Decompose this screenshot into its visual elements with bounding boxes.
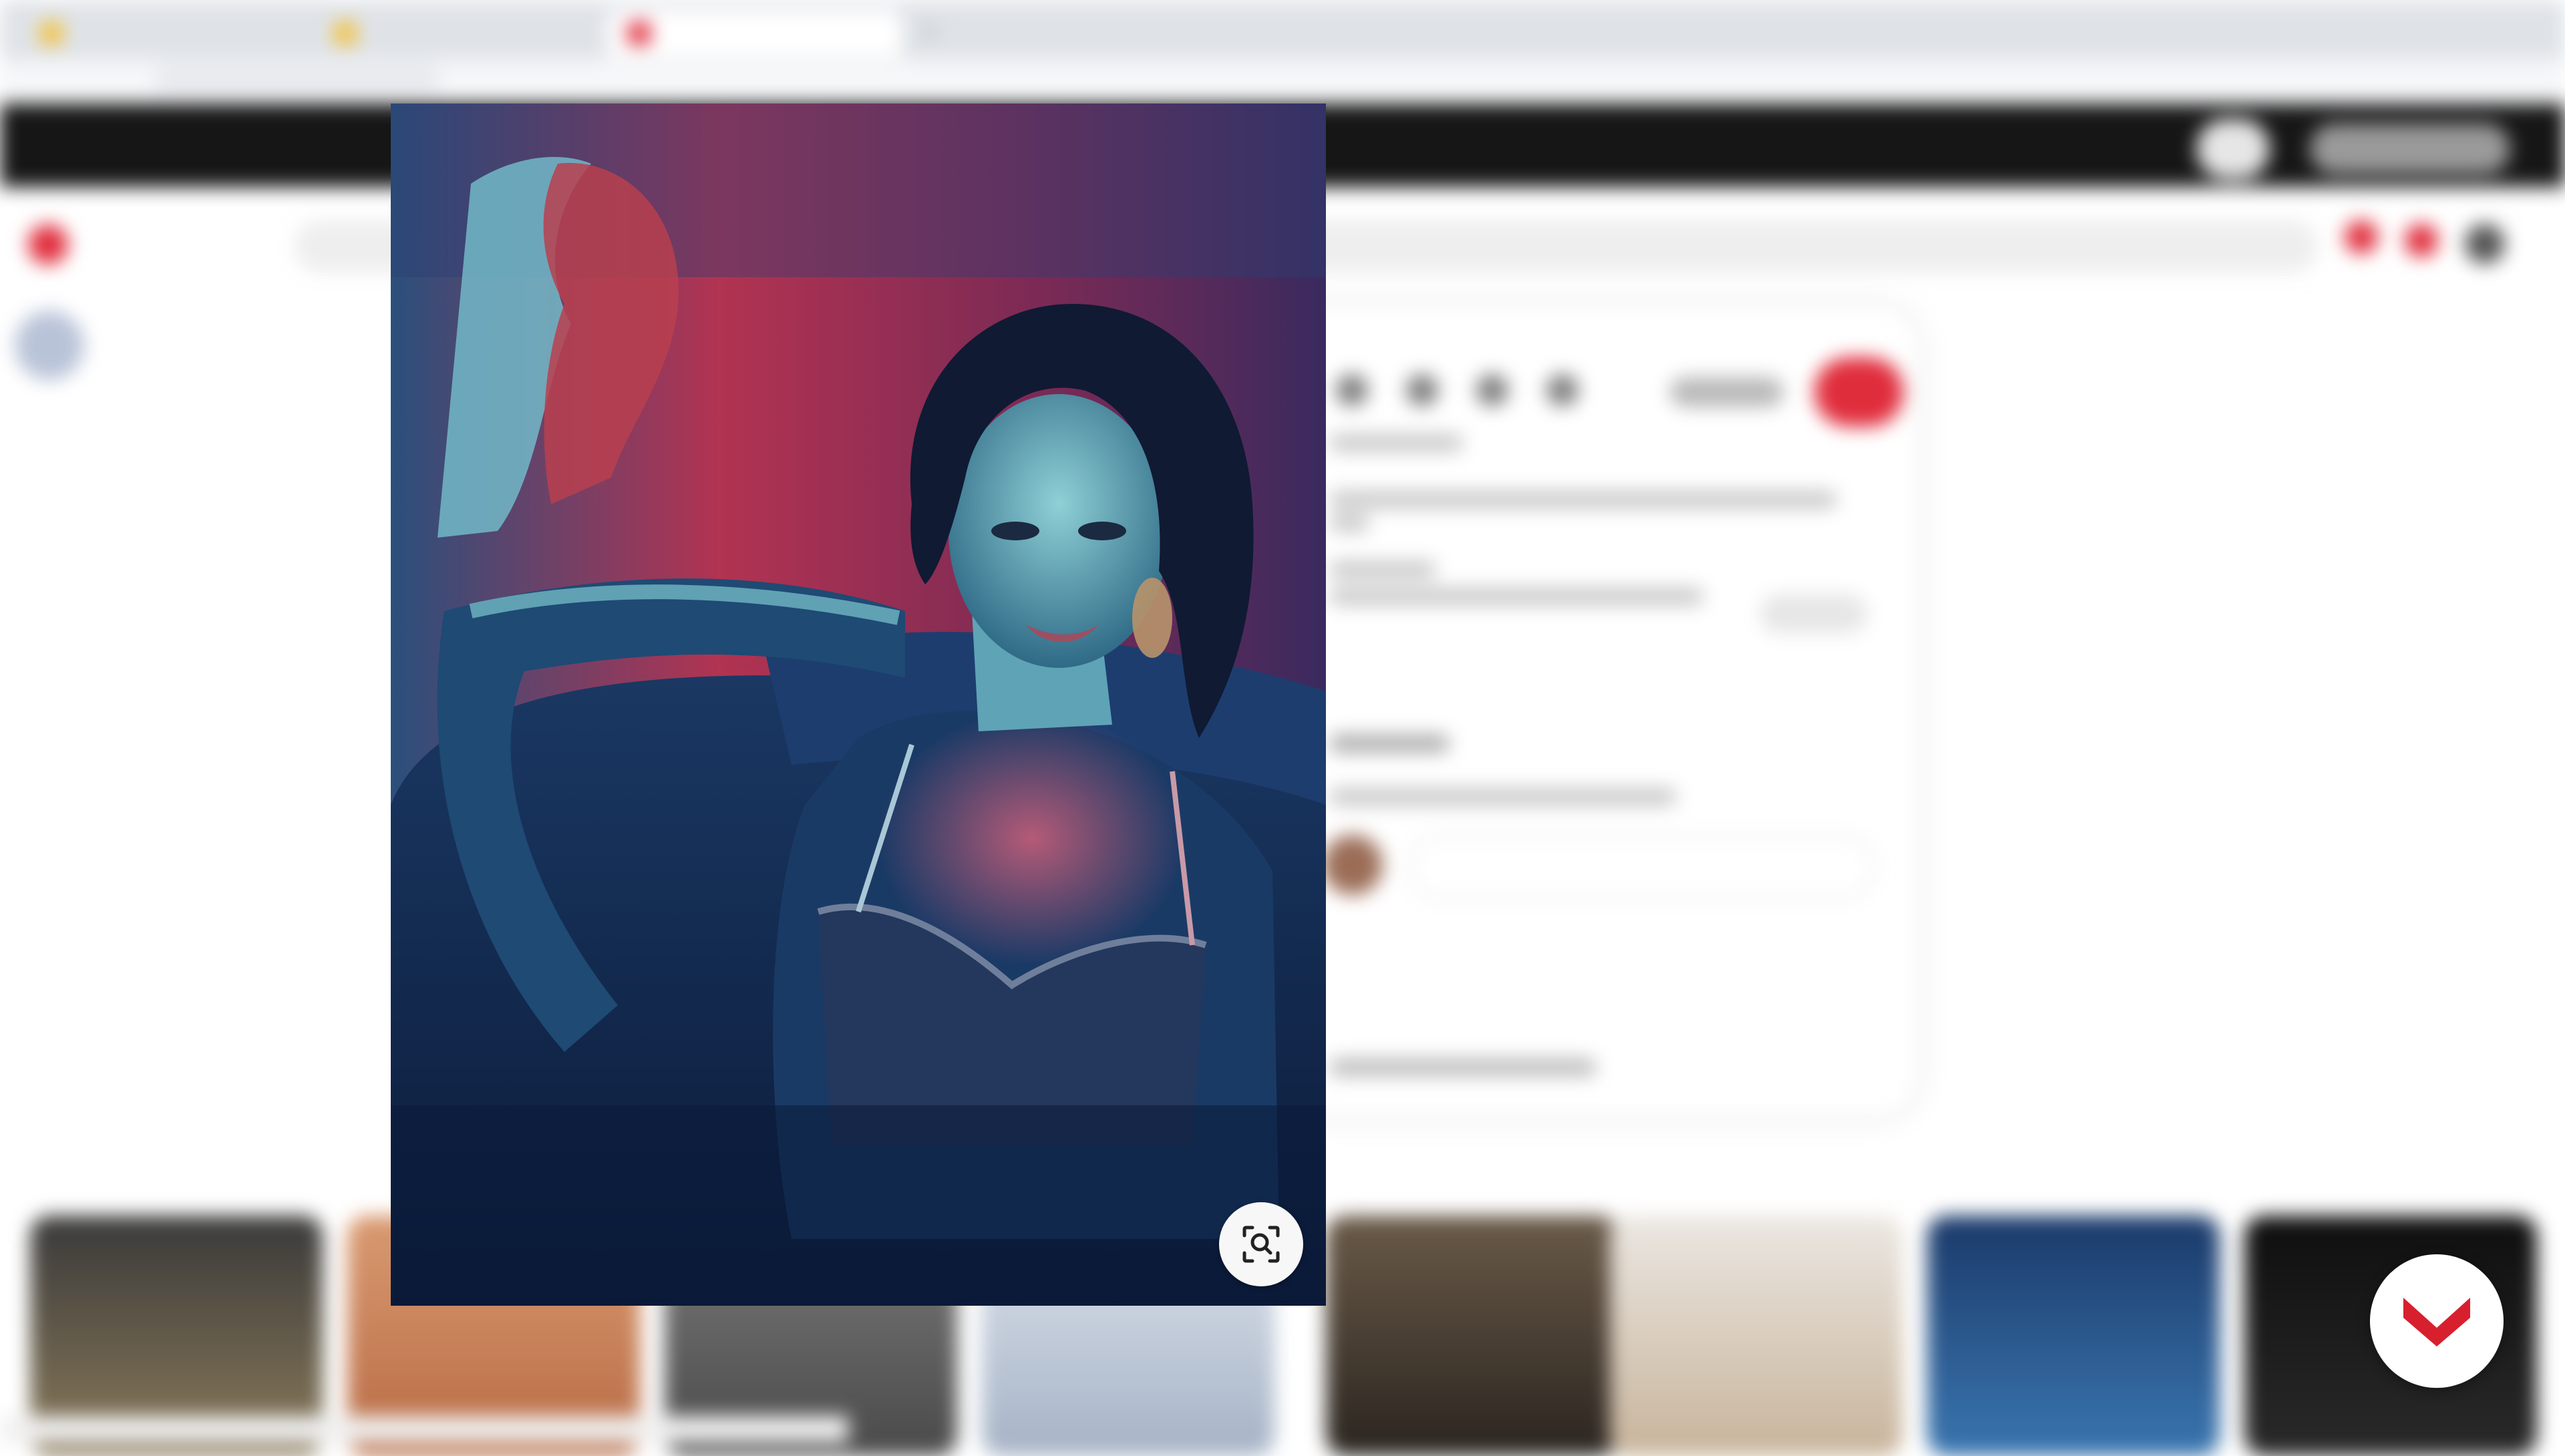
tab-favicon-icon [334,22,357,45]
tab-favicon-icon [628,22,651,45]
text-line [1329,788,1677,805]
comments-heading [1329,735,1449,752]
profile-avatar[interactable] [2465,224,2505,264]
pin-photo [391,104,1326,1306]
board-select[interactable] [1670,377,1783,407]
browser-tab[interactable] [314,9,608,57]
text-line [1329,514,1369,532]
notifications-icon[interactable] [2345,220,2378,254]
url-field[interactable] [154,65,441,92]
heart-icon[interactable] [1546,374,1578,406]
visual-search-button[interactable] [1219,1202,1303,1286]
link-icon[interactable] [1476,374,1508,406]
visual-search-icon [1242,1226,1280,1263]
text-line [1329,561,1436,578]
scroll-shadow [0,1416,848,1443]
floating-action-button[interactable] [2370,1254,2504,1388]
banner-secondary-button[interactable] [2196,119,2270,179]
plus-icon[interactable]: + [922,20,946,44]
text-line [1329,434,1463,451]
browser-tab-active[interactable] [608,9,902,57]
pin-detail-card [1289,307,1917,1115]
more-icon[interactable] [1336,374,1368,406]
browser-tab-bar: + [0,0,2565,60]
tab-favicon-icon [40,22,63,45]
related-pin[interactable] [1927,1216,2220,1456]
share-icon[interactable] [1406,374,1438,406]
browser-tab[interactable] [20,9,314,57]
chevron-logo-icon [2403,1298,2470,1346]
logo-icon[interactable] [28,224,68,264]
follow-button[interactable] [1760,594,1867,633]
avatar[interactable] [15,311,84,380]
avatar [1323,835,1383,895]
image-viewer[interactable] [391,104,1326,1306]
messages-icon[interactable] [2405,224,2438,257]
text-line [1329,1059,1596,1076]
banner-primary-button[interactable] [2310,124,2510,174]
text-line [1329,491,1837,508]
related-pin[interactable] [1326,1216,1618,1456]
save-button[interactable] [1814,357,1904,427]
related-pin[interactable] [1610,1216,1902,1456]
comment-input[interactable] [1409,835,1874,899]
text-line [1329,588,1703,605]
